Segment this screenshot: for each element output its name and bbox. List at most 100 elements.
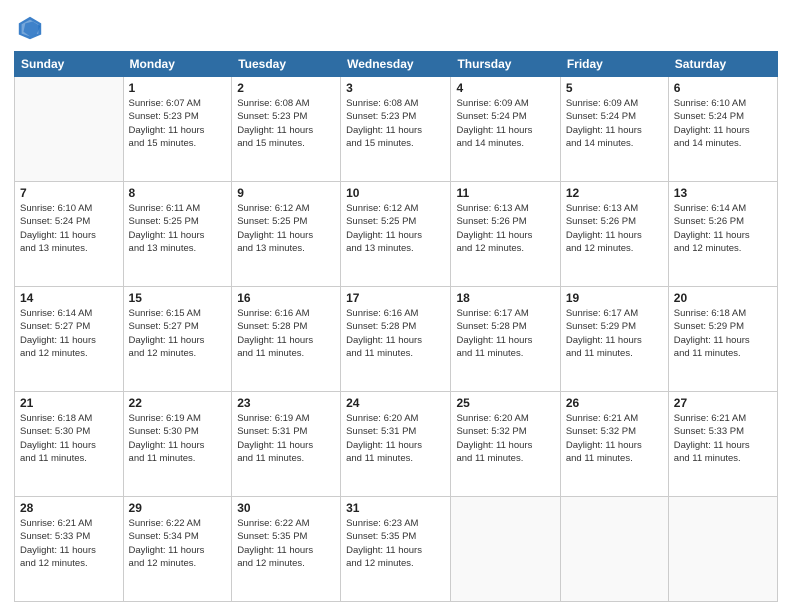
day-number: 28	[20, 501, 118, 515]
day-number: 10	[346, 186, 445, 200]
day-number: 22	[129, 396, 227, 410]
day-number: 31	[346, 501, 445, 515]
day-info: Sunrise: 6:13 AM Sunset: 5:26 PM Dayligh…	[566, 202, 663, 255]
day-info: Sunrise: 6:09 AM Sunset: 5:24 PM Dayligh…	[456, 97, 554, 150]
day-info: Sunrise: 6:18 AM Sunset: 5:29 PM Dayligh…	[674, 307, 772, 360]
logo	[14, 14, 48, 45]
day-info: Sunrise: 6:23 AM Sunset: 5:35 PM Dayligh…	[346, 517, 445, 570]
weekday-header-friday: Friday	[560, 52, 668, 77]
calendar-cell: 13Sunrise: 6:14 AM Sunset: 5:26 PM Dayli…	[668, 182, 777, 287]
day-number: 9	[237, 186, 335, 200]
day-number: 27	[674, 396, 772, 410]
day-info: Sunrise: 6:14 AM Sunset: 5:27 PM Dayligh…	[20, 307, 118, 360]
day-number: 15	[129, 291, 227, 305]
day-info: Sunrise: 6:18 AM Sunset: 5:30 PM Dayligh…	[20, 412, 118, 465]
day-number: 12	[566, 186, 663, 200]
calendar-cell: 7 Sunrise: 6:10 AM Sunset: 5:24 PM Daylig…	[15, 182, 124, 287]
calendar-cell: 17Sunrise: 6:16 AM Sunset: 5:28 PM Dayli…	[341, 287, 451, 392]
day-number: 29	[129, 501, 227, 515]
day-info: Sunrise: 6:17 AM Sunset: 5:28 PM Dayligh…	[456, 307, 554, 360]
calendar-cell: 15 Sunrise: 6:15 AM Sunset: 5:27 PM Dayli…	[123, 287, 232, 392]
calendar-cell: 3Sunrise: 6:08 AM Sunset: 5:23 PM Daylig…	[341, 77, 451, 182]
week-row-3: 14 Sunrise: 6:14 AM Sunset: 5:27 PM Dayli…	[15, 287, 778, 392]
calendar-cell	[451, 497, 560, 602]
week-row-2: 7 Sunrise: 6:10 AM Sunset: 5:24 PM Daylig…	[15, 182, 778, 287]
calendar-cell: 24Sunrise: 6:20 AM Sunset: 5:31 PM Dayli…	[341, 392, 451, 497]
day-info: Sunrise: 6:10 AM Sunset: 5:24 PM Dayligh…	[20, 202, 118, 255]
day-number: 18	[456, 291, 554, 305]
day-info: Sunrise: 6:20 AM Sunset: 5:32 PM Dayligh…	[456, 412, 554, 465]
calendar-cell: 8Sunrise: 6:11 AM Sunset: 5:25 PM Daylig…	[123, 182, 232, 287]
calendar-cell: 25 Sunrise: 6:20 AM Sunset: 5:32 PM Dayli…	[451, 392, 560, 497]
calendar-cell: 2 Sunrise: 6:08 AM Sunset: 5:23 PM Daylig…	[232, 77, 341, 182]
weekday-header-saturday: Saturday	[668, 52, 777, 77]
day-number: 19	[566, 291, 663, 305]
day-info: Sunrise: 6:21 AM Sunset: 5:32 PM Dayligh…	[566, 412, 663, 465]
day-info: Sunrise: 6:21 AM Sunset: 5:33 PM Dayligh…	[674, 412, 772, 465]
calendar-cell: 28 Sunrise: 6:21 AM Sunset: 5:33 PM Dayli…	[15, 497, 124, 602]
week-row-5: 28 Sunrise: 6:21 AM Sunset: 5:33 PM Dayli…	[15, 497, 778, 602]
day-info: Sunrise: 6:08 AM Sunset: 5:23 PM Dayligh…	[237, 97, 335, 150]
calendar-cell: 6 Sunrise: 6:10 AM Sunset: 5:24 PM Daylig…	[668, 77, 777, 182]
day-number: 6	[674, 81, 772, 95]
day-number: 16	[237, 291, 335, 305]
day-number: 25	[456, 396, 554, 410]
calendar-cell: 4 Sunrise: 6:09 AM Sunset: 5:24 PM Daylig…	[451, 77, 560, 182]
day-number: 11	[456, 186, 554, 200]
calendar-cell: 11Sunrise: 6:13 AM Sunset: 5:26 PM Dayli…	[451, 182, 560, 287]
day-info: Sunrise: 6:22 AM Sunset: 5:34 PM Dayligh…	[129, 517, 227, 570]
day-info: Sunrise: 6:11 AM Sunset: 5:25 PM Dayligh…	[129, 202, 227, 255]
day-number: 21	[20, 396, 118, 410]
calendar-table: SundayMondayTuesdayWednesdayThursdayFrid…	[14, 51, 778, 602]
day-number: 20	[674, 291, 772, 305]
day-number: 1	[129, 81, 227, 95]
day-number: 26	[566, 396, 663, 410]
day-number: 13	[674, 186, 772, 200]
calendar-cell	[668, 497, 777, 602]
day-info: Sunrise: 6:12 AM Sunset: 5:25 PM Dayligh…	[237, 202, 335, 255]
calendar-cell: 5Sunrise: 6:09 AM Sunset: 5:24 PM Daylig…	[560, 77, 668, 182]
day-number: 23	[237, 396, 335, 410]
calendar-cell	[560, 497, 668, 602]
calendar-cell: 21 Sunrise: 6:18 AM Sunset: 5:30 PM Dayli…	[15, 392, 124, 497]
weekday-header-monday: Monday	[123, 52, 232, 77]
day-number: 14	[20, 291, 118, 305]
calendar-cell: 31 Sunrise: 6:23 AM Sunset: 5:35 PM Dayli…	[341, 497, 451, 602]
day-number: 4	[456, 81, 554, 95]
day-info: Sunrise: 6:12 AM Sunset: 5:25 PM Dayligh…	[346, 202, 445, 255]
day-info: Sunrise: 6:22 AM Sunset: 5:35 PM Dayligh…	[237, 517, 335, 570]
day-info: Sunrise: 6:21 AM Sunset: 5:33 PM Dayligh…	[20, 517, 118, 570]
calendar-cell: 14 Sunrise: 6:14 AM Sunset: 5:27 PM Dayli…	[15, 287, 124, 392]
calendar-cell: 9 Sunrise: 6:12 AM Sunset: 5:25 PM Daylig…	[232, 182, 341, 287]
week-row-1: 1Sunrise: 6:07 AM Sunset: 5:23 PM Daylig…	[15, 77, 778, 182]
day-number: 3	[346, 81, 445, 95]
day-number: 5	[566, 81, 663, 95]
day-info: Sunrise: 6:10 AM Sunset: 5:24 PM Dayligh…	[674, 97, 772, 150]
calendar-cell	[15, 77, 124, 182]
day-number: 24	[346, 396, 445, 410]
calendar-cell: 18 Sunrise: 6:17 AM Sunset: 5:28 PM Dayli…	[451, 287, 560, 392]
calendar-cell: 23 Sunrise: 6:19 AM Sunset: 5:31 PM Dayli…	[232, 392, 341, 497]
calendar-cell: 29 Sunrise: 6:22 AM Sunset: 5:34 PM Dayli…	[123, 497, 232, 602]
logo-icon	[16, 14, 44, 42]
day-number: 30	[237, 501, 335, 515]
day-number: 7	[20, 186, 118, 200]
day-info: Sunrise: 6:15 AM Sunset: 5:27 PM Dayligh…	[129, 307, 227, 360]
weekday-header-thursday: Thursday	[451, 52, 560, 77]
calendar-cell: 30 Sunrise: 6:22 AM Sunset: 5:35 PM Dayli…	[232, 497, 341, 602]
weekday-header-tuesday: Tuesday	[232, 52, 341, 77]
day-info: Sunrise: 6:17 AM Sunset: 5:29 PM Dayligh…	[566, 307, 663, 360]
day-info: Sunrise: 6:19 AM Sunset: 5:31 PM Dayligh…	[237, 412, 335, 465]
day-info: Sunrise: 6:16 AM Sunset: 5:28 PM Dayligh…	[346, 307, 445, 360]
calendar-cell: 12 Sunrise: 6:13 AM Sunset: 5:26 PM Dayli…	[560, 182, 668, 287]
calendar-cell: 16 Sunrise: 6:16 AM Sunset: 5:28 PM Dayli…	[232, 287, 341, 392]
calendar-cell: 20 Sunrise: 6:18 AM Sunset: 5:29 PM Dayli…	[668, 287, 777, 392]
weekday-header-row: SundayMondayTuesdayWednesdayThursdayFrid…	[15, 52, 778, 77]
calendar-cell: 22Sunrise: 6:19 AM Sunset: 5:30 PM Dayli…	[123, 392, 232, 497]
header	[14, 10, 778, 45]
day-number: 2	[237, 81, 335, 95]
calendar-cell: 19 Sunrise: 6:17 AM Sunset: 5:29 PM Dayli…	[560, 287, 668, 392]
page: SundayMondayTuesdayWednesdayThursdayFrid…	[0, 0, 792, 612]
week-row-4: 21 Sunrise: 6:18 AM Sunset: 5:30 PM Dayli…	[15, 392, 778, 497]
day-info: Sunrise: 6:16 AM Sunset: 5:28 PM Dayligh…	[237, 307, 335, 360]
